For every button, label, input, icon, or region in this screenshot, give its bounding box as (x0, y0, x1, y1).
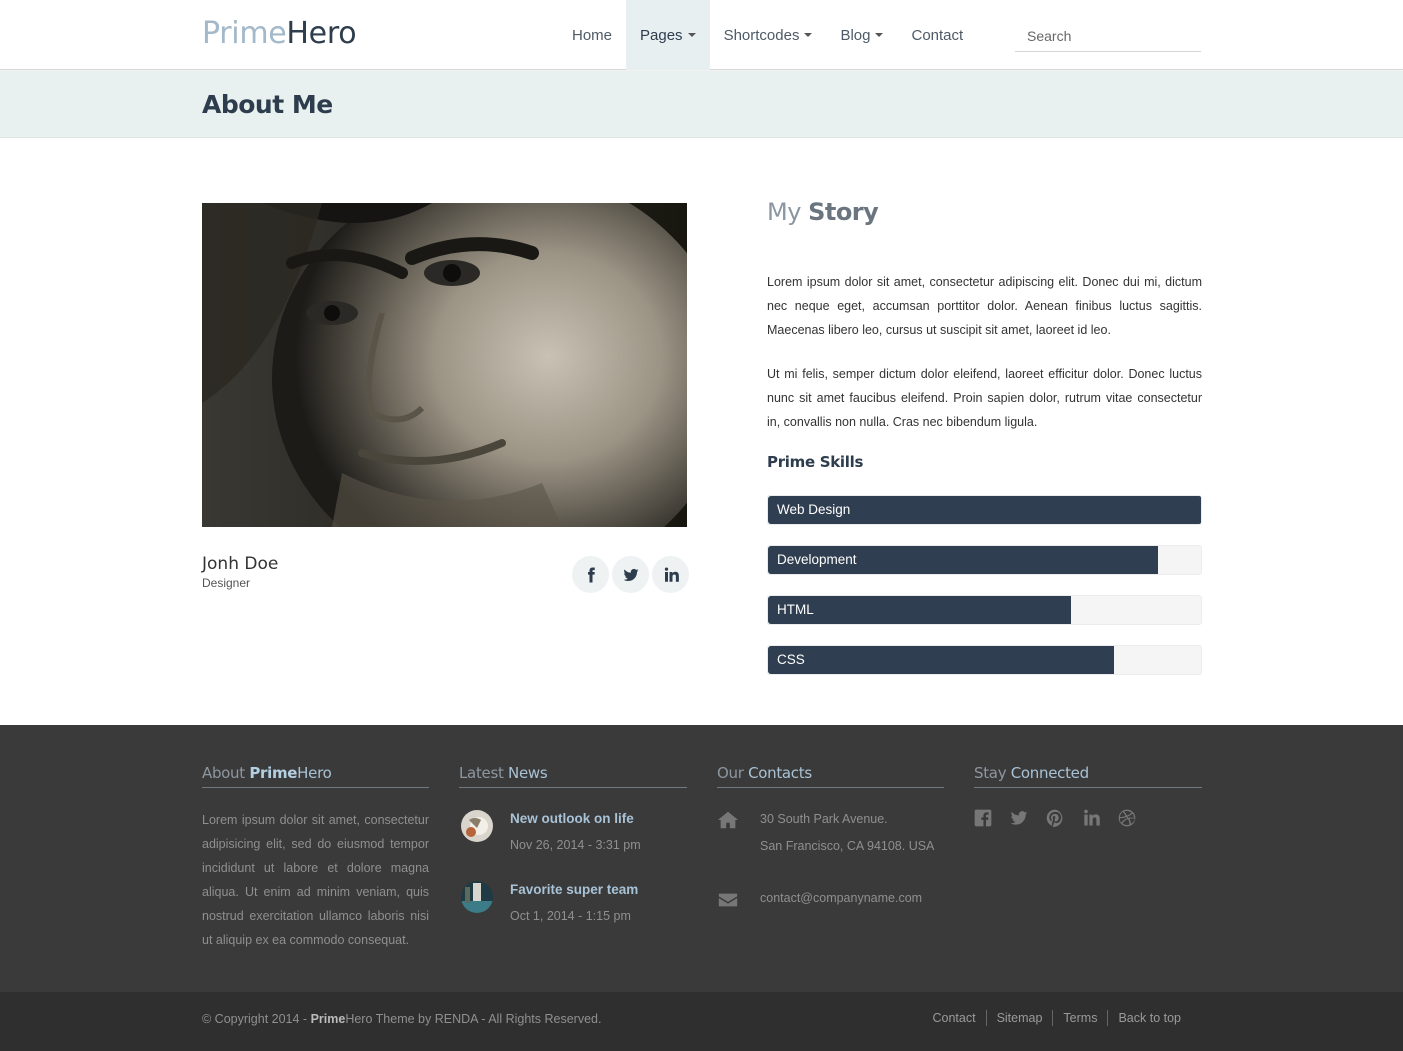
pinterest-icon[interactable] (1045, 808, 1065, 828)
copyright-brand-bold: Prime (310, 1012, 346, 1026)
story-paragraph-1: Lorem ipsum dolor sit amet, consectetur … (767, 275, 1202, 337)
heading-light: Stay (974, 764, 1007, 782)
main-nav: Home Pages Shortcodes Blog Contact (558, 0, 977, 70)
skill-bar-css: CSS (767, 645, 1202, 675)
page-title-band: About Me (0, 71, 1403, 138)
footer-connected-heading: Stay Connected (974, 764, 1202, 788)
footer-link-sitemap[interactable]: Sitemap (985, 1010, 1053, 1026)
footer-contacts-heading: Our Contacts (717, 764, 944, 788)
linkedin-icon[interactable] (1081, 808, 1101, 828)
footer-link-back-to-top[interactable]: Back to top (1107, 1010, 1191, 1026)
skills-title: Prime Skills (767, 453, 864, 471)
nav-home[interactable]: Home (558, 0, 626, 70)
story-paragraph-2: Ut mi felis, semper dictum dolor eleifen… (767, 367, 1202, 429)
chevron-down-icon (875, 33, 884, 37)
skill-label: Web Design (777, 502, 851, 517)
dribbble-icon[interactable] (1117, 808, 1137, 828)
address-line-2: San Francisco, CA 94108. USA (760, 839, 935, 853)
nav-blog-label: Blog (840, 26, 871, 44)
story-title-light: My (767, 198, 801, 226)
person-role: Designer (202, 576, 251, 590)
heading-bold: Prime (249, 764, 298, 782)
nav-contact-label: Contact (911, 26, 964, 44)
heading-accent: Connected (1010, 764, 1089, 782)
footer-about-text: Lorem ipsum dolor sit amet, consectetur … (202, 813, 429, 947)
profile-photo (202, 203, 687, 527)
nav-pages-label: Pages (640, 26, 683, 44)
footer-links: Contact Sitemap Terms Back to top (922, 1010, 1191, 1026)
footer-link-terms[interactable]: Terms (1052, 1010, 1107, 1026)
news-thumbnail[interactable] (461, 810, 493, 842)
copyright: © Copyright 2014 - PrimeHero Theme by RE… (202, 1012, 601, 1026)
nav-shortcodes[interactable]: Shortcodes (710, 0, 827, 70)
news-image (461, 881, 493, 913)
skill-label: HTML (777, 602, 814, 617)
skill-label: Development (777, 552, 857, 567)
story-title: My Story (767, 198, 879, 226)
news-title-link[interactable]: New outlook on life (510, 811, 634, 826)
contact-email[interactable]: contact@companyname.com (760, 891, 922, 905)
skill-bar-html: HTML (767, 595, 1202, 625)
facebook-icon (587, 567, 595, 582)
chevron-down-icon (687, 33, 696, 37)
copyright-brand: Hero (345, 1012, 373, 1026)
chevron-down-icon (804, 33, 813, 37)
copyright-prefix: © Copyright 2014 - (202, 1012, 311, 1026)
heading-accent: Contacts (748, 764, 812, 782)
twitter-icon[interactable] (1009, 808, 1029, 828)
logo[interactable]: PrimeHero (202, 16, 357, 51)
address-line-1: 30 South Park Avenue. (760, 812, 888, 826)
envelope-icon (717, 889, 739, 911)
news-thumbnail[interactable] (461, 881, 493, 913)
page-title: About Me (202, 90, 333, 119)
copyright-suffix: Theme by RENDA - All Rights Reserved. (372, 1012, 602, 1026)
linkedin-icon (664, 567, 679, 582)
portrait-image (202, 203, 687, 527)
twitter-icon (623, 568, 638, 581)
nav-home-label: Home (572, 26, 613, 44)
logo-part-hero: Hero (286, 16, 357, 51)
nav-pages[interactable]: Pages (626, 0, 710, 70)
person-name: Jonh Doe (202, 554, 279, 574)
nav-contact[interactable]: Contact (897, 0, 977, 70)
linkedin-button[interactable] (652, 556, 689, 593)
skill-bar-fill (768, 646, 1115, 674)
footer-about-heading: About PrimeHero (202, 764, 429, 788)
story-title-bold: Story (808, 198, 879, 226)
search-input[interactable] (1015, 20, 1201, 52)
logo-part-prime: Prime (202, 16, 287, 51)
footer-news-heading: Latest News (459, 764, 687, 788)
twitter-button[interactable] (612, 556, 649, 593)
heading-light: Our (717, 764, 744, 782)
facebook-square-icon[interactable] (973, 808, 993, 828)
news-date: Nov 26, 2014 - 3:31 pm (510, 838, 641, 852)
heading-accent: News (508, 764, 548, 782)
news-title-link[interactable]: Favorite super team (510, 882, 638, 897)
news-image (461, 810, 493, 842)
nav-blog[interactable]: Blog (826, 0, 897, 70)
skill-bar-development: Development (767, 545, 1202, 575)
news-date: Oct 1, 2014 - 1:15 pm (510, 909, 631, 923)
heading-light: Latest (459, 764, 504, 782)
skill-label: CSS (777, 652, 805, 667)
skill-bar-web-design: Web Design (767, 495, 1202, 525)
heading-light: About (202, 764, 245, 782)
top-navbar: PrimeHero Home Pages Shortcodes Blog Con… (0, 0, 1403, 70)
heading-brand: Hero (297, 764, 332, 782)
facebook-button[interactable] (572, 556, 609, 593)
home-icon (717, 809, 739, 831)
footer-link-contact[interactable]: Contact (922, 1010, 985, 1026)
nav-shortcodes-label: Shortcodes (723, 26, 800, 44)
